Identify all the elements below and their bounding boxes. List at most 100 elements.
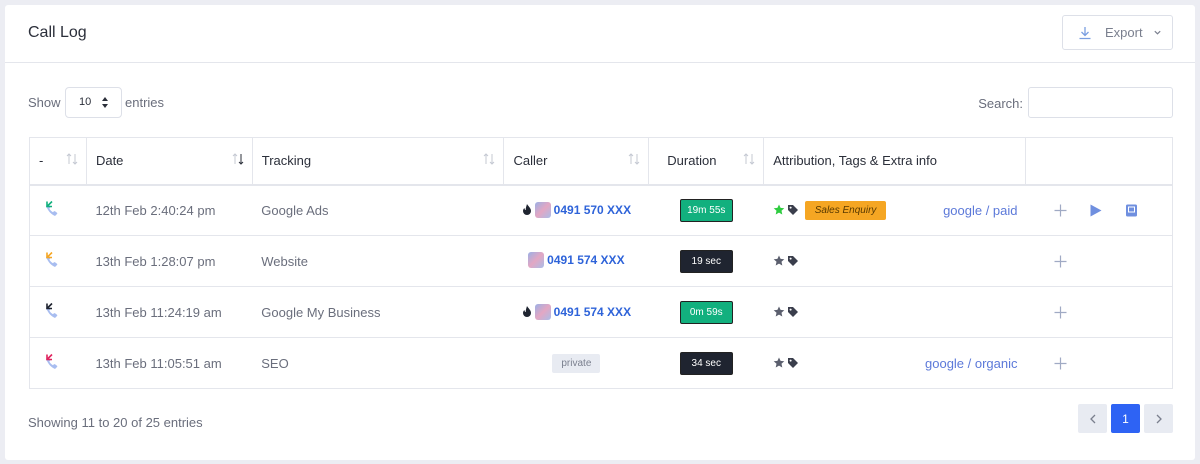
star-icon[interactable]: [773, 204, 785, 216]
column-header-select[interactable]: -: [29, 137, 87, 186]
plus-icon[interactable]: [1053, 203, 1068, 218]
entries-label: entries: [125, 95, 165, 110]
search-label: Search:: [978, 96, 1023, 111]
pagination: 1: [1078, 404, 1173, 433]
column-header-actions: [1025, 137, 1173, 186]
caller-cell: 0491 574 XXX: [503, 286, 649, 338]
download-icon: [1079, 26, 1091, 39]
caller-link[interactable]: 0491 574 XXX: [522, 303, 632, 320]
plus-icon[interactable]: [1053, 254, 1068, 269]
tag-icon[interactable]: [787, 255, 799, 267]
pagination-info: Showing 11 to 20 of 25 entries: [28, 415, 203, 430]
export-button[interactable]: Export: [1062, 15, 1173, 50]
sort-icon: [743, 153, 755, 165]
duration-cell: 19 sec: [648, 235, 764, 287]
export-label: Export: [1105, 25, 1143, 40]
source-link[interactable]: google / paid: [943, 203, 1017, 218]
column-header-caller[interactable]: Caller: [503, 137, 649, 186]
column-header-duration[interactable]: Duration: [648, 137, 764, 186]
table-controls: Show 10 entries Search:: [28, 87, 1173, 119]
call-date: 13th Feb 1:28:07 pm: [86, 235, 253, 287]
table-row[interactable]: 13th Feb 11:24:19 am Google My Business …: [29, 286, 1173, 338]
actions-cell: [1025, 337, 1173, 389]
phone-icon: [45, 200, 58, 216]
call-date: 13th Feb 11:05:51 am: [86, 337, 253, 389]
star-icon[interactable]: [773, 255, 785, 267]
flag-icon: [528, 251, 545, 268]
card-header: Call Log Export: [5, 5, 1195, 63]
entries-select-value: 10: [79, 96, 92, 108]
call-direction-cell: [29, 286, 87, 338]
duration-cell: 19m 55s: [648, 184, 764, 236]
source-link[interactable]: google / organic: [925, 356, 1018, 371]
call-log-card: Call Log Export Show 10 entries Search: …: [5, 5, 1195, 460]
phone-icon: [45, 302, 58, 318]
select-arrows-icon: [102, 97, 108, 108]
sort-icon: [628, 153, 640, 165]
table-row[interactable]: 12th Feb 2:40:24 pm Google Ads 0491 570 …: [29, 184, 1173, 236]
tag-badge[interactable]: Sales Enquiry: [804, 200, 887, 220]
column-header-date[interactable]: Date: [85, 137, 253, 186]
call-tracking: SEO: [252, 337, 504, 389]
sort-icon: [66, 153, 78, 165]
star-icon[interactable]: [773, 306, 785, 318]
page-button-current[interactable]: 1: [1111, 404, 1140, 433]
prev-page-button[interactable]: [1078, 404, 1107, 433]
actions-cell: [1025, 235, 1173, 287]
chevron-left-icon: [1089, 414, 1095, 423]
table-row[interactable]: 13th Feb 1:28:07 pm Website 0491 574 XXX…: [29, 235, 1173, 287]
duration-badge: 34 sec: [679, 351, 733, 375]
tag-icon[interactable]: [787, 204, 799, 216]
caller-cell: 0491 574 XXX: [503, 235, 649, 287]
call-direction-cell: [29, 337, 87, 389]
call-tracking: Google My Business: [252, 286, 504, 338]
plus-icon[interactable]: [1053, 356, 1068, 371]
search-input[interactable]: [1028, 87, 1173, 118]
phone-icon: [45, 353, 58, 369]
entries-select[interactable]: 10: [65, 87, 122, 118]
sort-icon: [484, 153, 495, 165]
caller-number: 0491 570 XXX: [553, 202, 632, 217]
caller-link[interactable]: 0491 574 XXX: [528, 251, 625, 268]
duration-cell: 34 sec: [648, 337, 764, 389]
column-header-tracking[interactable]: Tracking: [251, 137, 504, 186]
phone-icon: [45, 251, 58, 267]
flag-icon: [534, 303, 551, 320]
private-badge: private: [552, 353, 601, 373]
caller-link[interactable]: 0491 570 XXX: [522, 201, 632, 218]
duration-badge: 0m 59s: [679, 300, 733, 324]
column-label: Caller: [513, 153, 548, 169]
star-icon[interactable]: [773, 357, 785, 369]
call-direction-cell: [29, 235, 87, 287]
plus-icon[interactable]: [1053, 305, 1068, 320]
column-header-attribution: Attribution, Tags & Extra info: [763, 137, 1026, 186]
sort-icon: [232, 153, 244, 165]
chevron-down-icon: [1153, 30, 1161, 35]
column-label: Attribution, Tags & Extra info: [773, 153, 938, 169]
page-title: Call Log: [28, 24, 87, 41]
column-label: Tracking: [261, 153, 312, 169]
flag-icon: [534, 201, 551, 218]
show-label: Show: [28, 95, 61, 110]
next-page-button[interactable]: [1144, 404, 1173, 433]
column-label: Date: [95, 153, 124, 169]
attribution-cell: [763, 235, 1026, 287]
call-log-table: - Date Tracking Caller Duration Attribut…: [29, 137, 1173, 389]
actions-cell: [1025, 286, 1173, 338]
play-icon[interactable]: [1088, 203, 1103, 218]
caller-number: 0491 574 XXX: [547, 252, 625, 267]
flame-icon: [522, 305, 531, 317]
tag-icon[interactable]: [787, 306, 799, 318]
flame-icon: [522, 203, 531, 215]
table-row[interactable]: 13th Feb 11:05:51 am SEO private 34 sec …: [29, 337, 1173, 389]
call-direction-cell: [29, 184, 87, 236]
book-icon[interactable]: [1124, 203, 1139, 218]
actions-cell: [1025, 184, 1173, 236]
tag-icon[interactable]: [787, 357, 799, 369]
call-date: 12th Feb 2:40:24 pm: [86, 184, 253, 236]
attribution-cell: [763, 286, 1026, 338]
caller-number: 0491 574 XXX: [553, 304, 632, 319]
call-tracking: Google Ads: [252, 184, 504, 236]
duration-cell: 0m 59s: [648, 286, 764, 338]
duration-badge: 19m 55s: [679, 198, 733, 222]
